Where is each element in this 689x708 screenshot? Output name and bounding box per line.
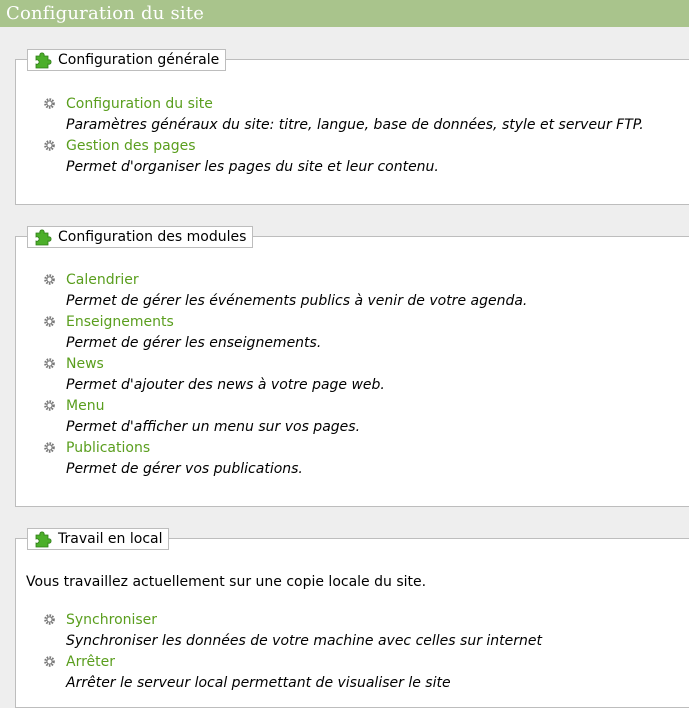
gear-icon (43, 97, 56, 110)
link-news[interactable]: News (66, 355, 104, 373)
local-copy-notice: Vous travaillez actuellement sur une cop… (26, 574, 427, 590)
link-site-config[interactable]: Configuration du site (66, 95, 213, 113)
link-synchronize[interactable]: Synchroniser (66, 611, 157, 629)
section-legend: Travail en local (27, 528, 170, 550)
link-calendar[interactable]: Calendrier (66, 271, 139, 289)
list-item: Publications Permet de gérer vos publica… (16, 439, 689, 481)
list-item: Calendrier Permet de gérer les événement… (16, 271, 689, 313)
puzzle-piece-icon (33, 227, 53, 247)
section-general-config: Configuration générale Configuration du … (15, 49, 689, 205)
puzzle-piece-icon (33, 529, 53, 549)
section-legend-label: Configuration des modules (58, 229, 247, 245)
section-legend-label: Configuration générale (58, 52, 220, 68)
list-item: Configuration du site Paramètres générau… (16, 95, 689, 137)
list-item: Gestion des pages Permet d'organiser les… (16, 137, 689, 179)
link-publications[interactable]: Publications (66, 439, 150, 457)
list-item: Menu Permet d'afficher un menu sur vos p… (16, 397, 689, 439)
entry-description: Permet de gérer vos publications. (66, 461, 303, 477)
entry-description: Permet d'afficher un menu sur vos pages. (66, 419, 361, 435)
section-legend: Configuration des modules (27, 226, 254, 248)
link-page-management[interactable]: Gestion des pages (66, 137, 196, 155)
gear-icon (43, 613, 56, 626)
gear-icon (43, 399, 56, 412)
section-modules-config: Configuration des modules Calendrier Per… (15, 226, 689, 507)
link-stop[interactable]: Arrêter (66, 653, 115, 671)
section-legend: Configuration générale (27, 49, 227, 71)
entry-description: Paramètres généraux du site: titre, lang… (66, 117, 644, 133)
entry-description: Arrêter le serveur local permettant de v… (66, 675, 451, 691)
gear-icon (43, 655, 56, 668)
entry-description: Permet de gérer les enseignements. (66, 335, 322, 351)
section-legend-label: Travail en local (58, 531, 163, 547)
link-menu[interactable]: Menu (66, 397, 104, 415)
link-teaching[interactable]: Enseignements (66, 313, 174, 331)
gear-icon (43, 273, 56, 286)
puzzle-piece-icon (33, 50, 53, 70)
list-item: Enseignements Permet de gérer les enseig… (16, 313, 689, 355)
gear-icon (43, 139, 56, 152)
list-item: Arrêter Arrêter le serveur local permett… (16, 653, 689, 695)
entry-description: Synchroniser les données de votre machin… (66, 633, 542, 649)
list-item: Synchroniser Synchroniser les données de… (16, 611, 689, 653)
gear-icon (43, 441, 56, 454)
section-local-work: Travail en local Vous travaillez actuell… (15, 528, 689, 708)
entry-description: Permet d'organiser les pages du site et … (66, 159, 439, 175)
list-item: News Permet d'ajouter des news à votre p… (16, 355, 689, 397)
gear-icon (43, 357, 56, 370)
entry-description: Permet de gérer les événements publics à… (66, 293, 528, 309)
page-title: Configuration du site (0, 0, 689, 27)
gear-icon (43, 315, 56, 328)
entry-description: Permet d'ajouter des news à votre page w… (66, 377, 385, 393)
